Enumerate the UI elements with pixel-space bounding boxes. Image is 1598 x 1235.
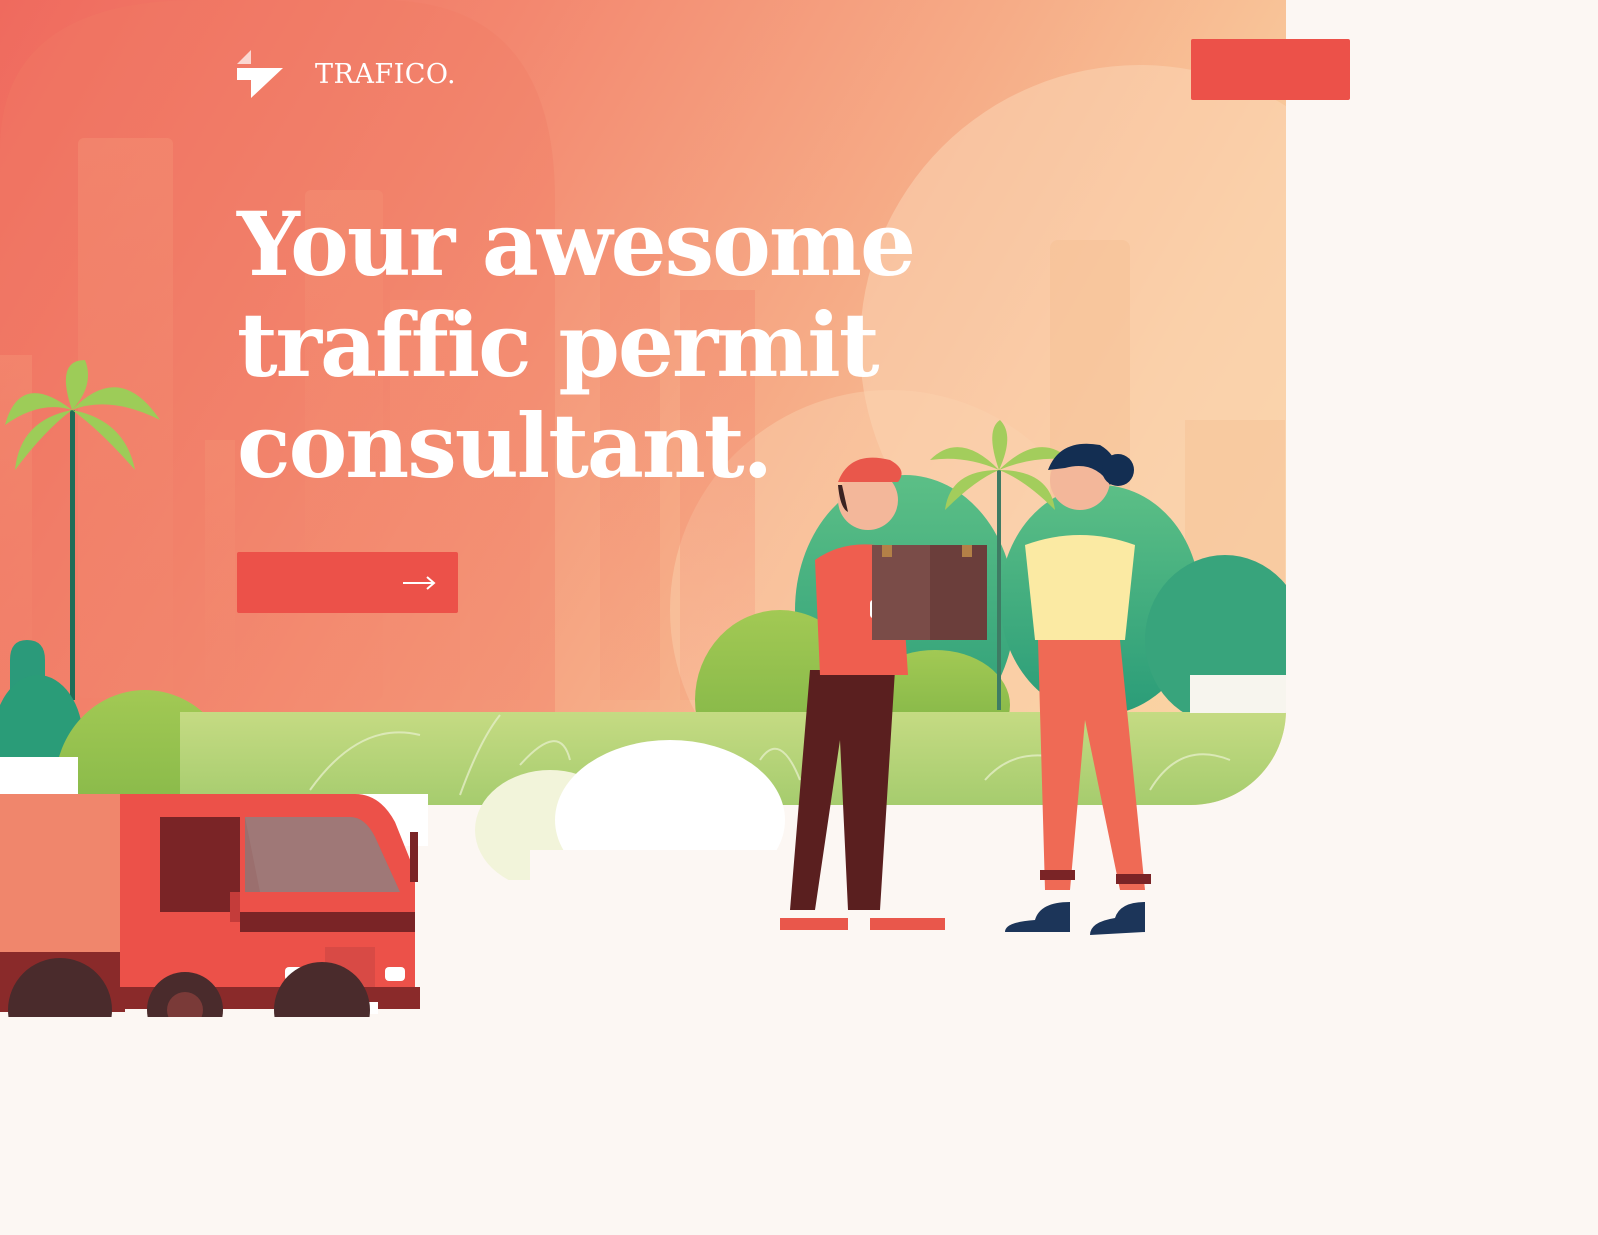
trafico-logo-mark-icon	[237, 50, 283, 98]
hero-title-line: consultant.	[237, 394, 773, 498]
cloud-decoration	[475, 740, 790, 880]
people-illustration	[780, 443, 1151, 935]
delivery-truck-illustration	[0, 757, 430, 1062]
arrow-right-icon	[403, 575, 436, 590]
brand-logo[interactable]: TRAFICO.	[237, 50, 456, 98]
hero-title-line: Your awesome	[237, 192, 916, 296]
landing-page: TRAFICO. Your awesome traffic permit con…	[0, 0, 1598, 1235]
hero-title-line: traffic permit	[237, 293, 879, 397]
hero-title: Your awesome traffic permit consultant.	[237, 194, 917, 497]
brand-name: TRAFICO.	[315, 58, 457, 90]
header-cta-button[interactable]	[1191, 39, 1350, 100]
hero-cta-button[interactable]	[237, 552, 458, 613]
